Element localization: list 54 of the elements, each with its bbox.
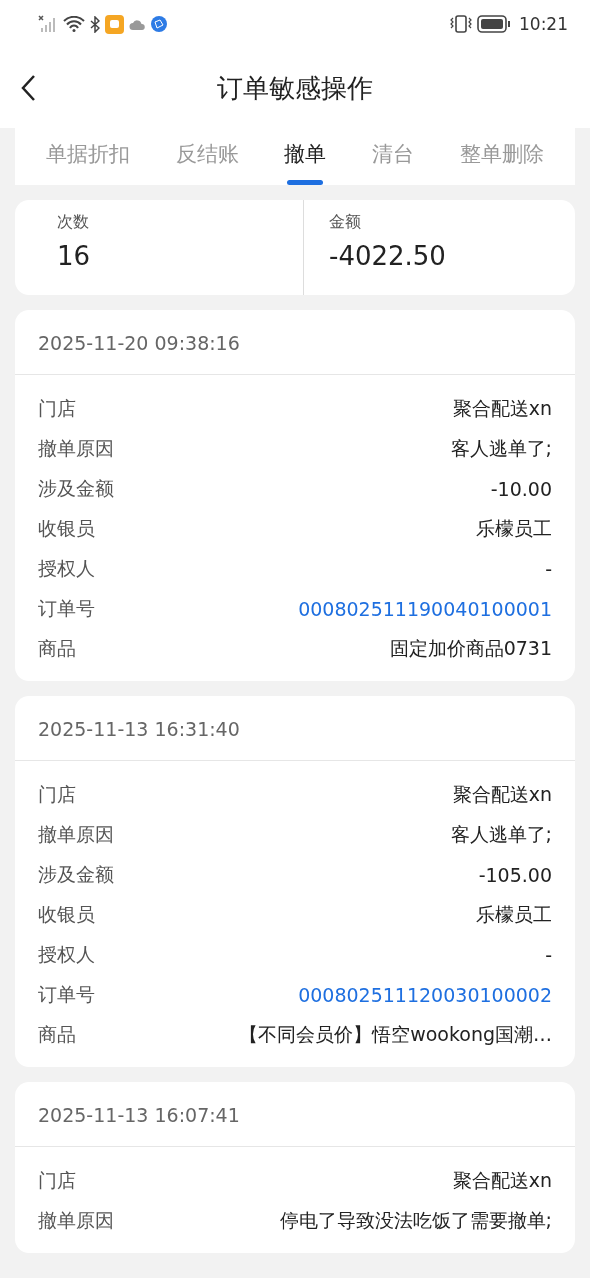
record-time: 2025-11-13 16:31:40 [15,696,575,761]
field-label: 订单号 [38,982,95,1007]
bluetooth-icon [90,15,100,33]
field-value: - [545,944,552,966]
order-number-link[interactable]: 000802511120030100002 [298,984,552,1006]
stat-label: 金额 [329,212,362,233]
field-value: 客人逃单了; [450,822,552,847]
vibrate-icon [450,15,472,33]
battery-icon [477,15,511,33]
field-label: 涉及金额 [38,862,114,887]
field-label: 门店 [38,396,76,421]
app-notification-icon [105,14,124,34]
tab[interactable]: 整单删除 [460,128,545,185]
field-value: 【不同会员价】悟空wookong国潮… [239,1022,552,1047]
signal-icon [38,15,58,33]
stat-label: 次数 [57,212,90,233]
tab[interactable]: 清台 [372,128,415,185]
field-label: 商品 [38,1022,76,1047]
field-label: 授权人 [38,556,95,581]
field-value: 乐檬员工 [476,516,552,541]
field-value: 客人逃单了; [450,436,552,461]
tab[interactable]: 单据折扣 [45,128,130,185]
field-label: 撤单原因 [38,436,114,461]
field-value: 固定加价商品0731 [389,636,552,661]
tab[interactable]: 撤单 [284,128,327,185]
field-label: 涉及金额 [38,476,114,501]
field-label: 授权人 [38,942,95,967]
field-value: -105.00 [478,864,552,886]
tab[interactable]: 反结账 [175,128,239,185]
page-title: 订单敏感操作 [217,71,373,105]
stat-value: 16 [57,241,92,271]
record-time: 2025-11-13 16:07:41 [15,1082,575,1147]
field-value: 乐檬员工 [476,902,552,927]
field-value: 聚合配送xn [452,782,552,807]
status-time: 10:21 [519,14,568,34]
field-label: 门店 [38,782,76,807]
stat-value: -4022.50 [329,241,447,271]
field-label: 商品 [38,636,76,661]
globe-icon [151,16,167,32]
wifi-icon [63,16,85,32]
field-value: 聚合配送xn [452,1168,552,1193]
field-label: 收银员 [38,516,95,541]
field-label: 订单号 [38,596,95,621]
field-value: 聚合配送xn [452,396,552,421]
field-label: 门店 [38,1168,76,1193]
field-label: 撤单原因 [38,1208,114,1233]
field-value: 停电了导致没法吃饭了需要撤单; [279,1208,552,1233]
field-value: -10.00 [490,478,552,500]
field-label: 撤单原因 [38,822,114,847]
field-value: - [545,558,552,580]
field-label: 收银员 [38,902,95,927]
cloud-icon [129,18,146,30]
record-time: 2025-11-20 09:38:16 [15,310,575,375]
order-number-link[interactable]: 000802511190040100001 [298,598,552,620]
